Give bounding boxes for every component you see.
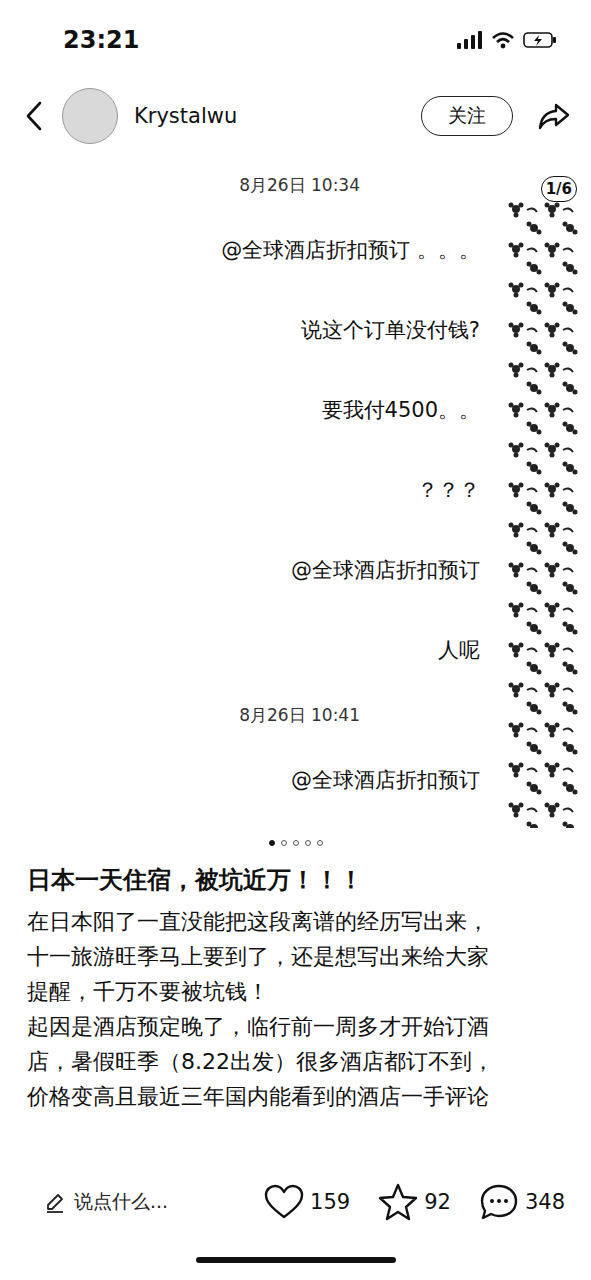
chat-message: 人呢 [438,610,480,690]
body-line: 在日本阳了一直没能把这段离谱的经历写出来， [27,904,571,939]
page-dots [0,828,591,858]
wifi-icon [491,31,515,49]
like-button[interactable]: 159 [264,1184,350,1220]
comment-count: 348 [525,1190,565,1214]
body-line: 价格变高且最近三年国内能看到的酒店一手评论 [27,1079,571,1114]
username[interactable]: Krystalwu [134,104,411,128]
like-count: 159 [310,1190,350,1214]
chat-message: @全球酒店折扣预订 [291,740,480,820]
page-dot[interactable] [293,840,299,846]
heart-icon [264,1184,304,1220]
chat-message: 说这个订单没付钱? [301,290,480,370]
home-indicator [0,1240,591,1280]
chat-timestamp: 8月26日 10:41 [239,690,360,740]
star-icon [378,1183,418,1221]
image-gallery[interactable]: 8月26日 10:34@全球酒店折扣预订 。。。说这个订单没付钱?要我付4500… [0,160,591,828]
avatar-icon[interactable] [62,88,118,144]
body-line: 十一旅游旺季马上要到了，还是想写出来给大家 [27,939,571,974]
comment-icon [479,1183,519,1221]
chat-message: 要我付4500。。 [322,370,480,450]
body-line: 提醒，千万不要被坑钱！ [27,974,571,1009]
post-title: 日本一天住宿，被坑近万！！！ [0,858,591,904]
floral-pattern [507,200,579,828]
body-line: 起因是酒店预定晚了，临行前一周多才开始订酒 [27,1009,571,1044]
page-dot[interactable] [305,840,311,846]
comment-placeholder: 说点什么... [74,1189,168,1215]
chat-message: @全球酒店折扣预订 [291,530,480,610]
page-dot[interactable] [269,840,275,846]
chat-message: @全球酒店折扣预订 。。。 [221,210,480,290]
comment-field[interactable]: 说点什么... [44,1189,236,1215]
chat-screenshot: 8月26日 10:34@全球酒店折扣预订 。。。说这个订单没付钱?要我付4500… [0,160,591,820]
clock: 23:21 [63,26,139,54]
chat-message: ？？？ [417,450,480,530]
signal-icon [457,31,483,49]
chat-timestamp: 8月26日 10:34 [239,160,360,210]
favorite-count: 92 [424,1190,451,1214]
page-dot[interactable] [317,840,323,846]
body-line: 店，暑假旺季（8.22出发）很多酒店都订不到， [27,1044,571,1079]
status-icons [457,31,557,49]
favorite-button[interactable]: 92 [378,1183,451,1221]
pencil-icon [44,1191,66,1213]
share-icon[interactable] [537,100,571,132]
page-counter: 1/6 [541,176,577,202]
back-icon[interactable] [24,100,44,132]
post-header: Krystalwu 关注 [0,80,591,152]
status-bar: 23:21 [0,0,591,80]
home-bar [196,1257,396,1263]
post-body: 在日本阳了一直没能把这段离谱的经历写出来，十一旅游旺季马上要到了，还是想写出来给… [0,904,591,1164]
comment-button[interactable]: 348 [479,1183,565,1221]
follow-button[interactable]: 关注 [421,96,513,136]
action-bar: 说点什么... 159 92 348 [0,1164,591,1240]
page-dot[interactable] [281,840,287,846]
battery-icon [523,31,557,49]
